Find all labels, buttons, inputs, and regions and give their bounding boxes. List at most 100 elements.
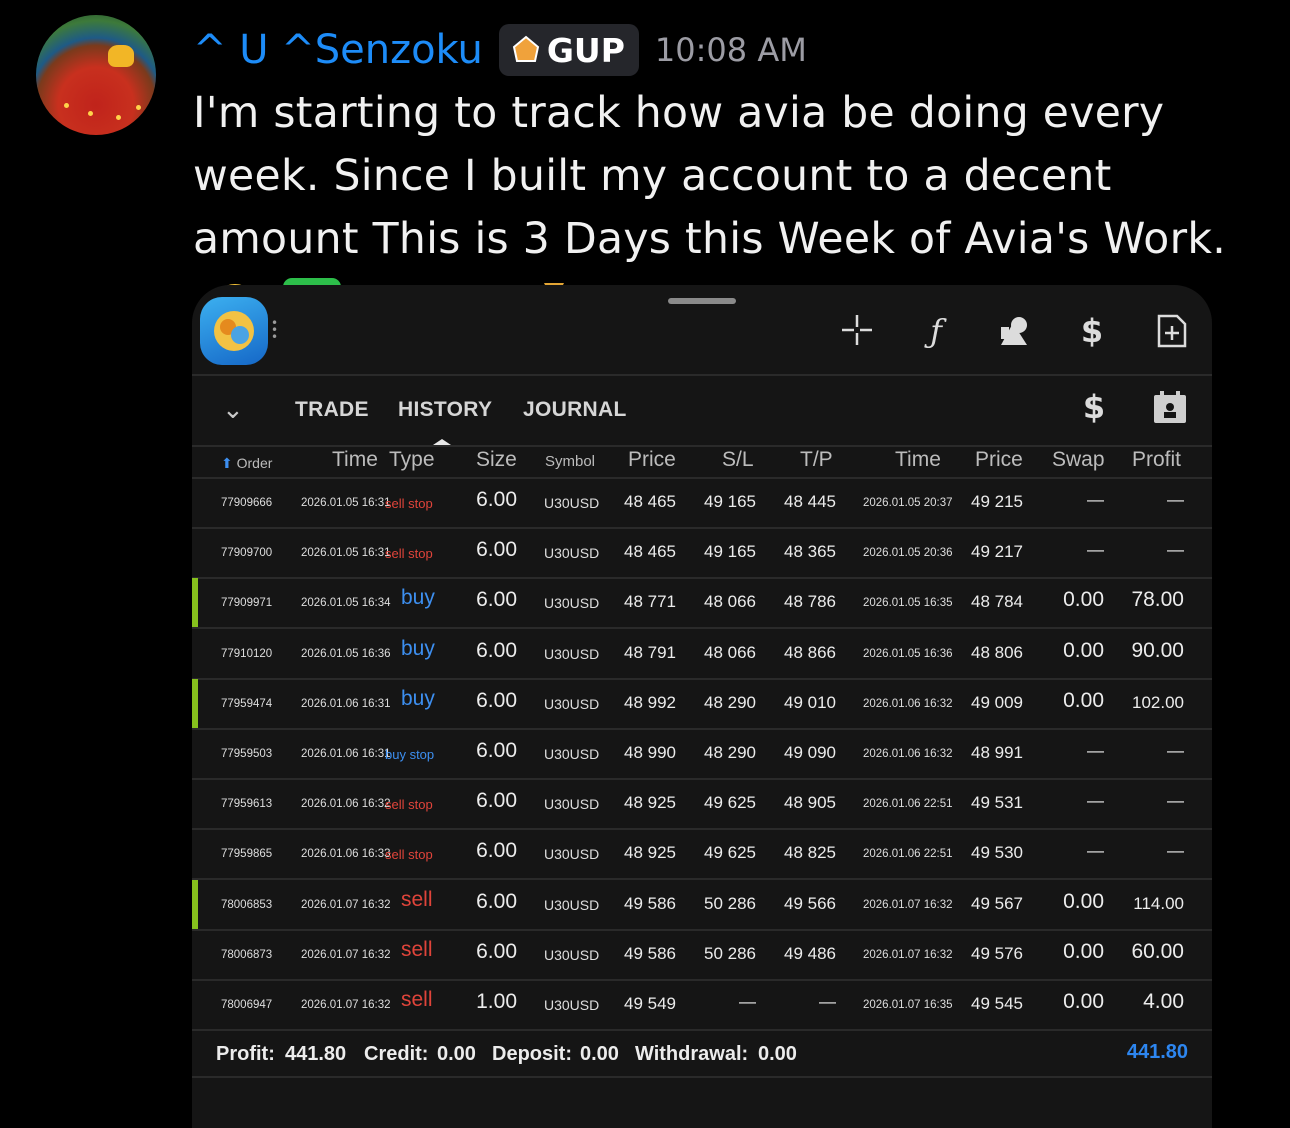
close-time-cell: 2026.01.05 16:35	[863, 597, 953, 610]
avatar[interactable]	[36, 15, 156, 135]
close-price-cell: 48 784	[971, 592, 1023, 612]
price-cell: 48 465	[624, 542, 676, 562]
close-price-column-header[interactable]: Price	[975, 448, 1023, 472]
sort-arrow-icon: ⬆	[221, 455, 233, 471]
crosshair-icon[interactable]	[835, 313, 879, 349]
symbol-column-header[interactable]: Symbol	[545, 453, 595, 470]
table-row[interactable]: 77959503 2026.01.06 16:31 6.00 U30USD 48 990…	[192, 729, 1212, 780]
size-cell: 6.00	[476, 739, 517, 762]
order-cell: 77909971	[221, 597, 273, 610]
tp-cell: 48 866	[784, 642, 836, 662]
profit-value: 441.80	[285, 1043, 347, 1065]
time-cell: 2026.01.06 16:33	[301, 848, 391, 861]
type-cell: buy stop	[385, 747, 435, 762]
swap-cell: —	[1087, 841, 1104, 861]
tab-trade[interactable]: TRADE	[295, 398, 369, 422]
price-cell: 48 992	[624, 692, 676, 712]
table-row[interactable]: 78006853 2026.01.07 16:32 6.00 U30USD 49 586…	[192, 879, 1212, 931]
message-header: ^ U ^Senzoku GUP 10:08 AM	[193, 22, 807, 78]
tp-cell: 48 445	[784, 492, 836, 511]
type-column-header[interactable]: Type	[389, 448, 435, 472]
time-cell: 2026.01.05 16:36	[301, 647, 391, 660]
swap-cell: 0.00	[1063, 688, 1104, 712]
tab-journal[interactable]: JOURNAL	[523, 398, 627, 422]
drag-handle[interactable]	[668, 298, 736, 304]
table-row[interactable]: 77909700 2026.01.05 16:31 6.00 U30USD 48 465…	[192, 528, 1212, 580]
tab-history[interactable]: HISTORY	[398, 398, 492, 422]
sl-cell: 48 290	[704, 743, 756, 762]
type-cell: buy	[401, 686, 435, 710]
size-cell: 1.00	[476, 990, 517, 1013]
trade-dollar-icon[interactable]: $	[1070, 313, 1114, 349]
username[interactable]: ^ U ^Senzoku	[193, 27, 483, 73]
guild-tag-label: GUP	[546, 30, 625, 70]
close-time-cell: 2026.01.07 16:32	[863, 898, 953, 911]
new-document-icon[interactable]	[1150, 313, 1194, 349]
table-row[interactable]: 78006947 2026.01.07 16:32 1.00 U30USD 49 549…	[192, 980, 1212, 1031]
profit-column-header[interactable]: Profit	[1132, 448, 1181, 472]
symbol-cell: U30USD	[544, 645, 600, 662]
close-price-cell: 49 009	[971, 692, 1023, 712]
time-cell: 2026.01.05 16:31	[301, 497, 391, 509]
symbol-cell: U30USD	[544, 896, 600, 913]
close-time-cell: 2026.01.07 16:32	[863, 948, 953, 961]
tp-cell: —	[819, 992, 836, 1011]
sl-cell: 50 286	[704, 893, 756, 913]
objects-icon[interactable]	[992, 313, 1036, 349]
order-cell: 77909700	[221, 547, 273, 560]
price-column-header[interactable]: Price	[628, 448, 676, 472]
tp-column-header[interactable]: T/P	[800, 448, 833, 472]
price-cell: 48 925	[624, 793, 676, 813]
guild-tag[interactable]: GUP	[498, 24, 639, 76]
swap-cell: —	[1087, 540, 1104, 560]
function-icon[interactable]: ƒ	[914, 313, 958, 349]
tp-cell: 49 566	[784, 893, 836, 913]
price-cell: 48 791	[624, 642, 676, 662]
metatrader-app-icon[interactable]	[200, 297, 268, 365]
swap-column-header[interactable]: Swap	[1052, 448, 1105, 472]
table-row[interactable]: 77959613 2026.01.06 16:32 6.00 U30USD 48 925…	[192, 779, 1212, 831]
time-column-header[interactable]: Time	[332, 448, 378, 472]
profit-cell: —	[1167, 741, 1184, 760]
symbol-cell: U30USD	[544, 796, 600, 813]
profit-label: Profit:	[216, 1043, 275, 1065]
time-cell: 2026.01.06 16:31	[301, 748, 391, 760]
table-row[interactable]: 77909971 2026.01.05 16:34 6.00 U30USD 48 771…	[192, 578, 1212, 630]
table-row[interactable]: 78006873 2026.01.07 16:32 6.00 U30USD 49 586…	[192, 930, 1212, 981]
price-cell: 48 771	[624, 592, 676, 612]
app-menu-dots-icon[interactable]: • • •	[271, 317, 278, 343]
time-cell: 2026.01.05 16:34	[301, 597, 391, 610]
size-column-header[interactable]: Size	[476, 448, 517, 472]
profit-cell: 60.00	[1131, 939, 1184, 963]
close-time-cell: 2026.01.05 20:37	[863, 497, 953, 509]
table-row[interactable]: 77959474 2026.01.06 16:31 6.00 U30USD 48 992…	[192, 678, 1212, 730]
size-cell: 6.00	[476, 789, 517, 813]
swap-cell: 0.00	[1063, 638, 1104, 662]
size-cell: 6.00	[476, 889, 517, 913]
symbol-cell: U30USD	[544, 495, 600, 511]
order-column-header[interactable]: ⬆ Order	[221, 455, 272, 472]
price-cell: 48 465	[624, 492, 676, 511]
sl-column-header[interactable]: S/L	[722, 448, 754, 472]
table-row[interactable]: 77910120 2026.01.05 16:36 6.00 U30USD 48 791…	[192, 629, 1212, 680]
dollar-report-icon[interactable]: $	[1072, 389, 1116, 425]
sl-cell: 50 286	[704, 943, 756, 963]
tp-cell: 49 486	[784, 943, 836, 963]
type-cell: buy	[401, 636, 435, 660]
profit-cell: —	[1167, 841, 1184, 861]
chevron-down-icon[interactable]: ⌄	[222, 395, 244, 425]
message-text: I'm starting to track how avia be doing …	[193, 89, 1227, 264]
timestamp: 10:08 AM	[654, 31, 807, 69]
profit-cell: 114.00	[1133, 893, 1184, 913]
tp-cell: 48 825	[784, 843, 836, 863]
table-row[interactable]: 77909666 2026.01.05 16:31 6.00 U30USD 48 465…	[192, 478, 1212, 529]
close-time-cell: 2026.01.05 16:36	[863, 647, 953, 660]
order-cell: 77959503	[221, 748, 273, 760]
close-time-column-header[interactable]: Time	[895, 448, 941, 472]
table-row[interactable]: 77959865 2026.01.06 16:33 6.00 U30USD 48 925…	[192, 829, 1212, 881]
close-price-cell: 49 545	[971, 994, 1023, 1013]
size-cell: 6.00	[476, 939, 517, 963]
swap-cell: 0.00	[1063, 889, 1104, 913]
report-calendar-icon[interactable]	[1148, 389, 1192, 425]
swap-cell: 0.00	[1063, 990, 1104, 1013]
